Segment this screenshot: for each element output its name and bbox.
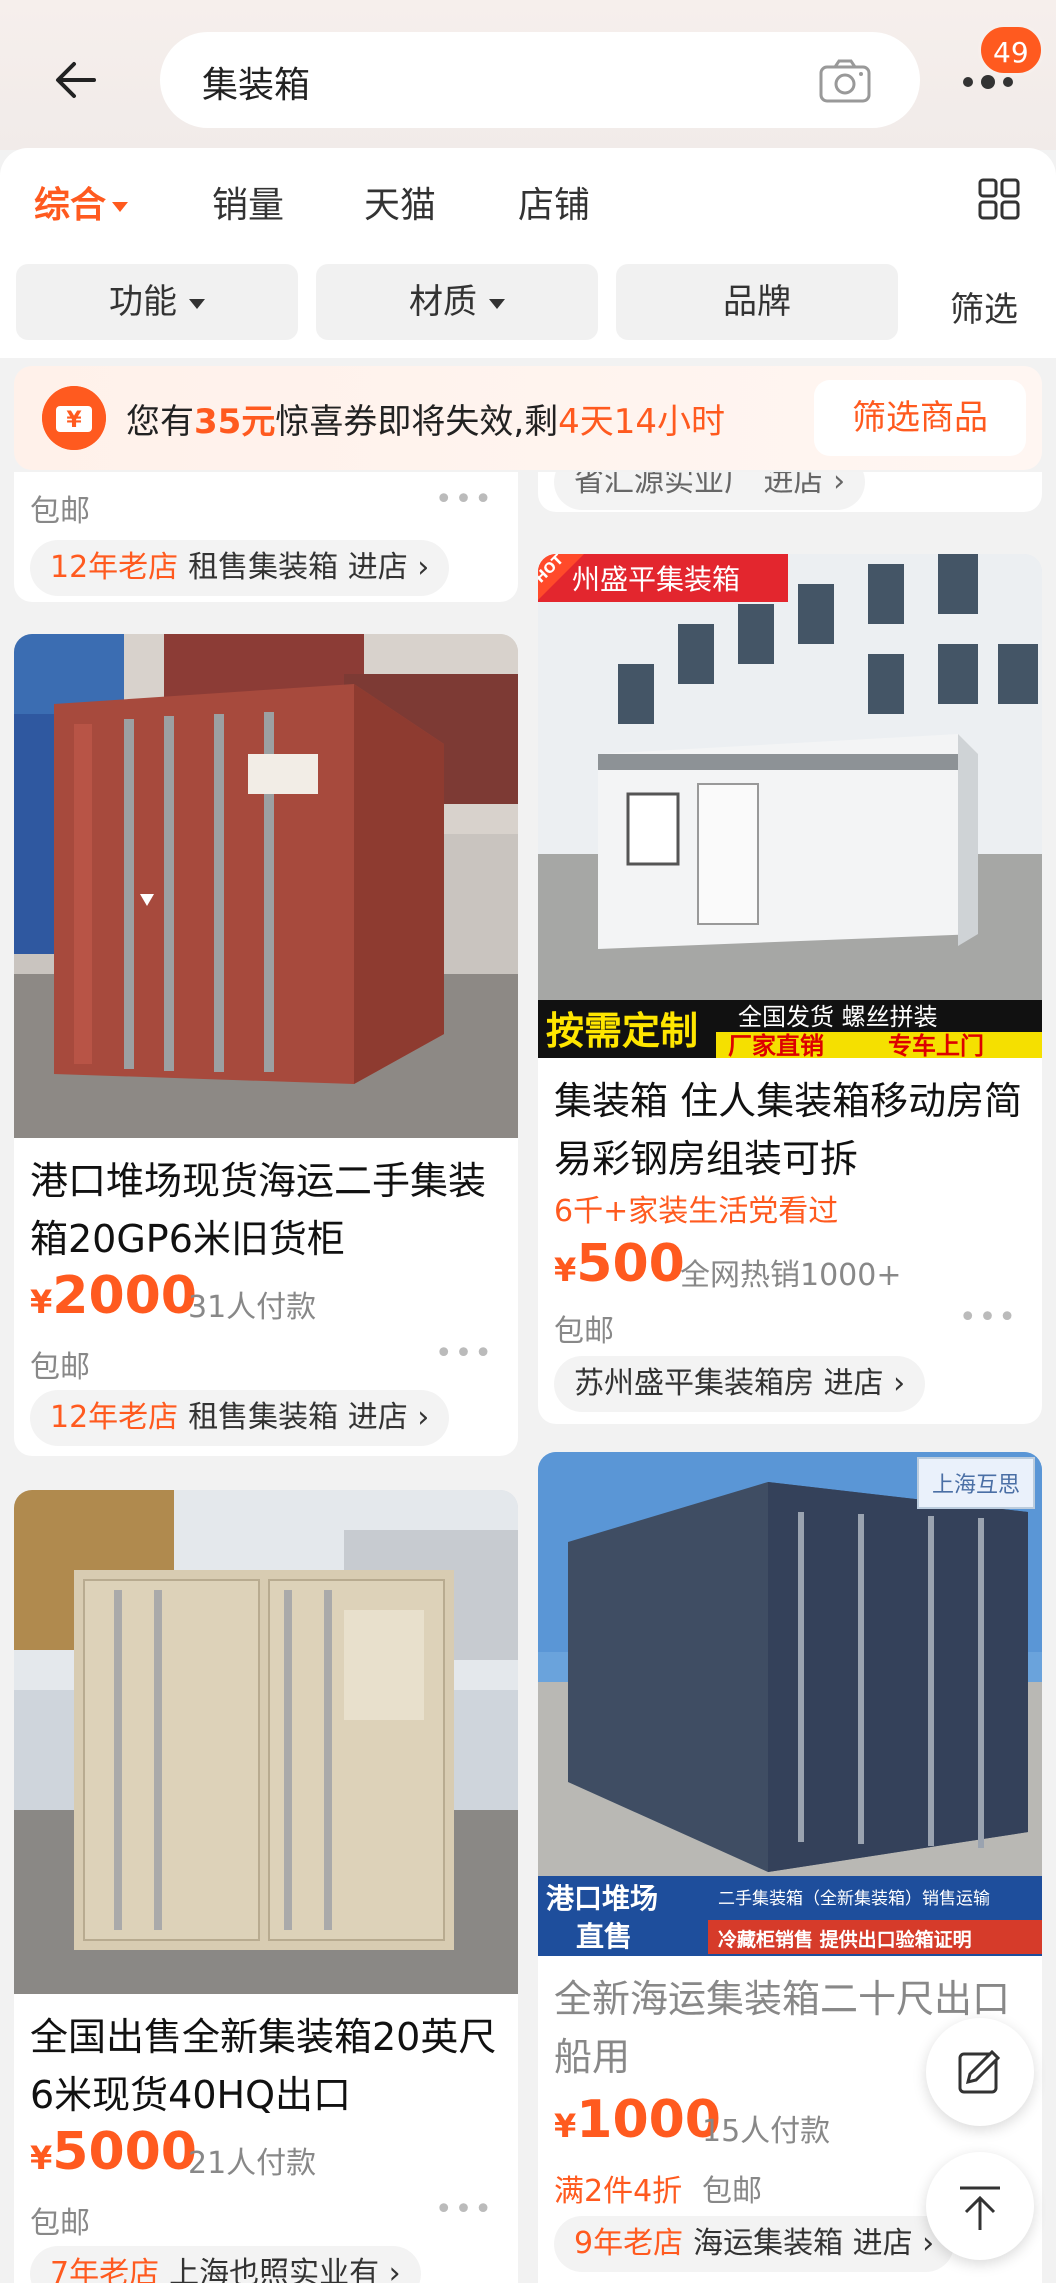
filter-bar: 功能 材质 品牌 筛选: [0, 258, 1056, 358]
filter-brand[interactable]: 品牌: [616, 264, 898, 340]
coupon-banner: ¥ 您有35元惊喜券即将失效,剩4天14小时 筛选商品: [14, 366, 1042, 470]
product-image-modular-house[interactable]: 按需定制 全国发货 螺丝拼装 厂家直销 专车上门 州盛平集装箱 HOT: [538, 554, 1042, 1058]
shipping-label: 包邮: [30, 2206, 90, 2241]
edit-icon: [958, 2049, 1001, 2094]
product-card[interactable]: 全国出售全新集装箱20英尺6米现货40HQ出口 ¥5000 21人付款 包邮 •…: [14, 1490, 518, 2283]
filter-button[interactable]: 筛选: [950, 282, 1018, 331]
shop-link[interactable]: 12年老店 租售集装箱 进店 ›: [30, 540, 450, 596]
promo-text: 6千+家装生活党看过: [554, 1194, 839, 1229]
caret-down-icon: [489, 298, 505, 309]
search-bar[interactable]: 集装箱: [160, 32, 920, 128]
banner-text: 厂家直销: [728, 1032, 824, 1058]
product-price: ¥5000: [30, 2122, 197, 2182]
grid-view-icon[interactable]: [978, 178, 1020, 220]
arrow-up-icon: [960, 2186, 1000, 2230]
more-options-icon[interactable]: •••: [435, 482, 494, 517]
shop-link[interactable]: 12年老店 租售集装箱 进店 ›: [30, 1390, 450, 1446]
search-query[interactable]: 集装箱: [202, 56, 310, 108]
watermark-text: 上海互思: [932, 1473, 1020, 1498]
tab-comprehensive[interactable]: 综合: [34, 176, 129, 228]
tab-stores[interactable]: 店铺: [518, 176, 590, 228]
filter-products-button[interactable]: 筛选商品: [814, 380, 1026, 456]
sold-count: 21人付款: [188, 2146, 317, 2181]
shop-link[interactable]: 苏州盛平集装箱房 进店 ›: [554, 1356, 926, 1412]
product-image-navy-container[interactable]: 上海互思 港口堆场 直售 二手集装箱（全新集装箱）销售运输 冷藏柜销售 提供出口…: [538, 1452, 1042, 1956]
shipping-label: 包邮: [30, 494, 90, 529]
svg-text:¥: ¥: [66, 408, 82, 433]
caret-down-icon: [189, 298, 205, 309]
shipping-label: 包邮: [554, 1314, 614, 1349]
product-price: ¥500: [554, 1234, 685, 1294]
shop-link[interactable]: 7年老店 上海也照实业有 ›: [30, 2246, 421, 2283]
back-to-top-button[interactable]: [926, 2152, 1034, 2260]
product-title[interactable]: 集装箱 住人集装箱移动房简易彩钢房组装可拆: [554, 1072, 1034, 1188]
banner-text: 冷藏柜销售 提供出口验箱证明: [718, 1928, 972, 1951]
camera-icon[interactable]: [818, 58, 872, 104]
more-options-icon[interactable]: •••: [435, 1336, 494, 1371]
more-options-icon[interactable]: •••: [959, 1300, 1018, 1335]
caret-down-icon: [112, 202, 129, 212]
product-price: ¥1000: [554, 2090, 721, 2150]
product-card[interactable]: 按需定制 全国发货 螺丝拼装 厂家直销 专车上门 州盛平集装箱 HOT 集装箱 …: [538, 554, 1042, 1424]
banner-text: 按需定制: [546, 1009, 698, 1053]
product-image-beige-container[interactable]: [14, 1490, 518, 1994]
partial-card-right[interactable]: 省汇源实业厂 进店 ›: [538, 472, 1042, 512]
store-name-overlay: 州盛平集装箱: [572, 563, 740, 596]
filter-material[interactable]: 材质: [316, 264, 598, 340]
shipping-label: 包邮: [702, 2174, 762, 2209]
back-arrow-icon[interactable]: [50, 52, 106, 108]
filter-function[interactable]: 功能: [16, 264, 298, 340]
banner-text: 全国发货 螺丝拼装: [738, 1003, 938, 1031]
shipping-label: 包邮: [30, 1350, 90, 1385]
product-title[interactable]: 港口堆场现货海运二手集装箱20GP6米旧货柜: [30, 1152, 510, 1268]
banner-text: 港口堆场: [546, 1882, 658, 1915]
sold-count: 15人付款: [702, 2114, 831, 2149]
top-bar: 集装箱 49: [0, 0, 1056, 150]
shop-link[interactable]: 9年老店 海运集装箱 进店 ›: [554, 2216, 955, 2272]
more-options-icon[interactable]: •••: [435, 2192, 494, 2227]
product-title[interactable]: 全国出售全新集装箱20英尺6米现货40HQ出口: [30, 2008, 510, 2124]
tab-sales[interactable]: 销量: [212, 176, 284, 228]
shop-link[interactable]: 省汇源实业厂 进店 ›: [554, 472, 866, 510]
banner-text: 专车上门: [888, 1032, 984, 1058]
banner-text: 直售: [576, 1920, 632, 1953]
coupon-text: 您有35元惊喜券即将失效,剩4天14小时: [126, 402, 726, 442]
sold-count: 全网热销1000+: [680, 1258, 902, 1293]
partial-card-left[interactable]: 包邮 ••• 12年老店 租售集装箱 进店 ›: [14, 472, 518, 602]
edit-feedback-button[interactable]: [926, 2018, 1034, 2126]
sold-count: 31人付款: [188, 1290, 317, 1325]
product-image-red-container[interactable]: [14, 634, 518, 1138]
banner-text: 二手集装箱（全新集装箱）销售运输: [718, 1889, 990, 1909]
promo-text: 满2件4折: [554, 2174, 683, 2209]
notification-badge: 49: [978, 24, 1044, 76]
tab-tmall[interactable]: 天猫: [364, 176, 436, 228]
sort-tabs: 综合 销量 天猫 店铺: [0, 148, 1056, 258]
product-price: ¥2000: [30, 1266, 197, 1326]
coupon-yen-icon: ¥: [42, 386, 106, 450]
product-card[interactable]: 港口堆场现货海运二手集装箱20GP6米旧货柜 ¥2000 31人付款 包邮 ••…: [14, 634, 518, 1456]
